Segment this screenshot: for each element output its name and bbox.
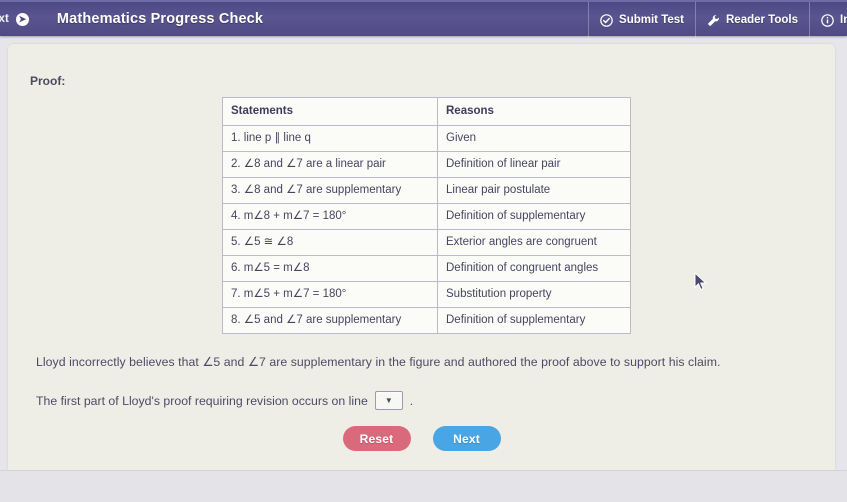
proof-table: Statements Reasons 1. line p ∥ line q Gi…: [222, 97, 631, 334]
reason-cell: Given: [437, 125, 631, 152]
chevron-down-icon: ▼: [384, 395, 393, 405]
proof-label: Proof:: [30, 74, 66, 88]
statement-cell: 2. ∠8 and ∠7 are a linear pair: [222, 151, 438, 178]
next-button[interactable]: Next: [432, 426, 501, 451]
circle-arrow-right-icon: ➤: [15, 12, 29, 26]
statement-cell: 1. line p ∥ line q: [222, 125, 438, 152]
content-card: Proof: Statements Reasons 1. line p ∥ li…: [8, 44, 835, 470]
table-row: 5. ∠5 ≅ ∠8 Exterior angles are congruent: [222, 229, 631, 256]
statement-cell: 7. m∠5 + m∠7 = 180°: [222, 281, 438, 308]
table-row: 1. line p ∥ line q Given: [222, 125, 631, 152]
reason-cell: Definition of linear pair: [437, 151, 631, 178]
table-row: 8. ∠5 and ∠7 are supplementary Definitio…: [222, 307, 631, 334]
info-circle-icon: [821, 13, 834, 27]
reader-tools-button[interactable]: Reader Tools: [695, 2, 809, 38]
table-row: 4. m∠8 + m∠7 = 180° Definition of supple…: [222, 203, 631, 230]
column-header-reasons: Reasons: [437, 97, 631, 126]
table-header-row: Statements Reasons: [222, 97, 631, 126]
answer-prompt-period: .: [409, 393, 414, 408]
reader-tools-label: Reader Tools: [726, 14, 798, 26]
statement-cell: 6. m∠5 = m∠8: [222, 255, 438, 282]
check-circle-icon: [600, 13, 613, 27]
app-root: ext ➤ Mathematics Progress Check Submit …: [0, 0, 847, 502]
statement-cell: 3. ∠8 and ∠7 are supplementary: [222, 177, 438, 204]
action-buttons: Reset Next: [8, 426, 835, 451]
reason-cell: Linear pair postulate: [437, 177, 631, 204]
statement-cell: 4. m∠8 + m∠7 = 180°: [222, 203, 438, 230]
header-next-label: ext: [0, 13, 9, 25]
info-button[interactable]: In: [809, 2, 847, 38]
reason-cell: Substitution property: [437, 281, 631, 308]
answer-prompt-row: The first part of Lloyd's proof requirin…: [36, 391, 413, 410]
info-label: In: [840, 14, 847, 26]
answer-prompt-label: The first part of Lloyd's proof requirin…: [36, 393, 368, 408]
reason-cell: Definition of supplementary: [437, 203, 631, 230]
reason-cell: Definition of supplementary: [437, 307, 631, 334]
page-title: Mathematics Progress Check: [56, 11, 264, 27]
line-number-select[interactable]: ▼: [374, 391, 403, 410]
table-row: 7. m∠5 + m∠7 = 180° Substitution propert…: [222, 281, 631, 308]
page-footer-area: [0, 470, 847, 502]
wrench-icon: [707, 14, 720, 27]
header-tools-group: Submit Test Reader Tools I: [588, 2, 847, 38]
top-header-bar: ext ➤ Mathematics Progress Check Submit …: [0, 0, 847, 38]
reason-cell: Exterior angles are congruent: [437, 229, 631, 256]
table-row: 2. ∠8 and ∠7 are a linear pair Definitio…: [222, 151, 631, 178]
table-row: 6. m∠5 = m∠8 Definition of congruent ang…: [222, 255, 631, 282]
submit-test-label: Submit Test: [619, 14, 684, 26]
statement-cell: 5. ∠5 ≅ ∠8: [222, 229, 438, 256]
reason-cell: Definition of congruent angles: [437, 255, 631, 282]
table-row: 3. ∠8 and ∠7 are supplementary Linear pa…: [222, 177, 631, 204]
submit-test-button[interactable]: Submit Test: [588, 2, 695, 38]
column-header-statements: Statements: [222, 97, 438, 126]
statement-cell: 8. ∠5 and ∠7 are supplementary: [222, 307, 438, 334]
reset-button[interactable]: Reset: [342, 426, 411, 451]
header-next-shortcut[interactable]: ext ➤: [0, 12, 29, 26]
question-statement: Lloyd incorrectly believes that ∠5 and ∠…: [36, 355, 721, 369]
